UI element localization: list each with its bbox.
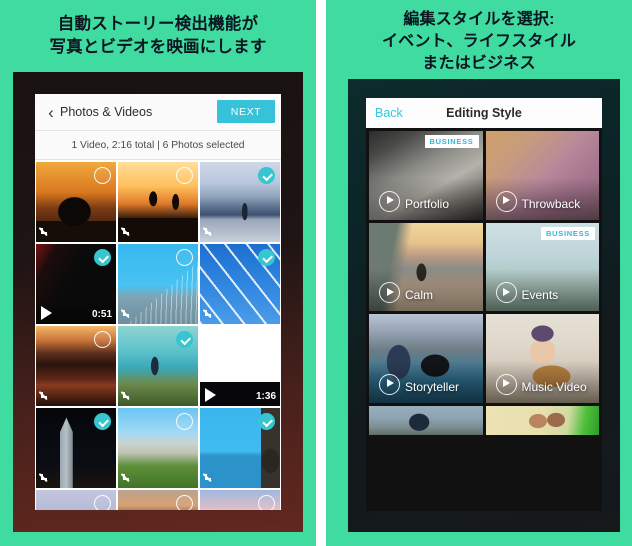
style-label: Portfolio — [405, 196, 450, 211]
right-caption: 編集スタイルを選択: イベント、ライフスタイル またはビジネス — [326, 9, 632, 75]
expand-icon[interactable] — [122, 309, 133, 320]
business-badge: BUSINESS — [541, 226, 595, 240]
style-label: Throwback — [521, 196, 581, 211]
thumbnail-item[interactable] — [36, 490, 116, 510]
style-card[interactable]: BUSINESS Portfolio — [369, 131, 483, 220]
style-image-detail — [485, 405, 599, 436]
thumbnail-item[interactable] — [36, 162, 116, 242]
thumbnail-item[interactable] — [200, 162, 280, 242]
selection-toggle[interactable] — [94, 167, 111, 184]
selection-toggle[interactable] — [176, 331, 193, 348]
thumbnail-item[interactable] — [200, 490, 280, 510]
style-card[interactable]: BUSINESS Events — [485, 222, 599, 312]
selection-toggle[interactable] — [258, 249, 275, 266]
thumbnail-item[interactable] — [118, 244, 198, 324]
expand-icon[interactable] — [122, 473, 133, 484]
panel-divider — [316, 0, 326, 546]
right-caption-line-3: またはビジネス — [422, 55, 536, 72]
right-promo-panel: 編集スタイルを選択: イベント、ライフスタイル またはビジネス Back Edi… — [326, 0, 632, 546]
left-phone-frame: ‹ Photos & Videos NEXT 1 Video, 2:16 tot… — [13, 72, 303, 532]
play-icon[interactable] — [495, 282, 517, 304]
selection-status-text: 1 Video, 2:16 total | 6 Photos selected — [35, 131, 281, 160]
play-icon[interactable] — [41, 306, 52, 320]
style-grid: BUSINESS Portfolio Throwback Calm BUSINE… — [366, 128, 602, 436]
left-caption-line-1: 自動ストーリー検出機能が — [57, 15, 259, 33]
play-icon[interactable] — [205, 388, 216, 402]
right-caption-line-2: イベント、ライフスタイル — [381, 33, 577, 50]
style-image-detail — [369, 405, 483, 436]
style-label: Music Video — [521, 379, 587, 394]
selection-toggle[interactable] — [176, 167, 193, 184]
play-icon[interactable] — [379, 373, 400, 395]
style-card[interactable]: Music Video — [485, 314, 599, 403]
style-card[interactable]: Throwback — [485, 131, 599, 220]
style-label: Events — [521, 288, 559, 303]
left-caption: 自動ストーリー検出機能が 写真とビデオを映画にします — [0, 13, 316, 59]
selection-toggle[interactable] — [258, 331, 275, 348]
selection-toggle[interactable] — [94, 249, 111, 266]
selection-toggle[interactable] — [258, 495, 275, 510]
selection-toggle[interactable] — [258, 167, 275, 184]
thumbnail-item[interactable]: 1:36 — [200, 326, 280, 406]
style-label: Calm — [405, 288, 434, 303]
selection-toggle[interactable] — [94, 413, 111, 430]
selection-toggle[interactable] — [258, 413, 275, 430]
play-icon[interactable] — [495, 373, 517, 395]
expand-icon[interactable] — [40, 473, 51, 484]
play-icon[interactable] — [495, 190, 517, 212]
thumbnail-item[interactable] — [118, 408, 198, 488]
expand-icon[interactable] — [122, 391, 133, 402]
left-promo-panel: 自動ストーリー検出機能が 写真とビデオを映画にします ‹ Photos & Vi… — [0, 0, 316, 546]
thumbnail-item[interactable] — [200, 408, 280, 488]
video-duration: 0:51 — [91, 309, 112, 320]
left-caption-line-2: 写真とビデオを映画にします — [49, 38, 267, 56]
play-icon[interactable] — [379, 282, 400, 304]
thumbnail-item[interactable] — [118, 162, 198, 242]
expand-icon[interactable] — [204, 227, 215, 238]
right-caption-line-1: 編集スタイルを選択: — [403, 11, 555, 28]
nav-title[interactable]: Photos & Videos — [60, 105, 152, 119]
thumbnail-item[interactable] — [200, 244, 280, 324]
page-title: Editing Style — [446, 106, 522, 120]
right-phone-frame: Back Editing Style BUSINESS Portfolio Th… — [348, 79, 620, 532]
expand-icon[interactable] — [204, 473, 215, 484]
screenshot-root: 自動ストーリー検出機能が 写真とビデオを映画にします ‹ Photos & Vi… — [0, 0, 632, 546]
play-icon[interactable] — [379, 190, 400, 212]
next-button[interactable]: NEXT — [217, 100, 275, 123]
editing-style-screen: Back Editing Style BUSINESS Portfolio Th… — [366, 98, 602, 511]
chevron-left-icon[interactable]: ‹ — [43, 104, 59, 121]
style-card[interactable]: Calm — [369, 222, 483, 312]
selection-toggle[interactable] — [176, 413, 193, 430]
photo-grid: 0:51 1:36 — [35, 160, 281, 510]
expand-icon[interactable] — [122, 227, 133, 238]
selection-toggle[interactable] — [176, 249, 193, 266]
business-badge: BUSINESS — [424, 135, 479, 148]
expand-icon[interactable] — [204, 309, 215, 320]
thumbnail-item[interactable] — [36, 408, 116, 488]
editing-style-navbar: Back Editing Style — [366, 98, 602, 128]
thumbnail-item[interactable] — [118, 326, 198, 406]
style-card[interactable] — [485, 405, 599, 436]
style-card[interactable]: Storyteller — [369, 314, 483, 403]
selection-toggle[interactable] — [94, 331, 111, 348]
selection-toggle[interactable] — [176, 495, 193, 510]
expand-icon[interactable] — [40, 227, 51, 238]
thumbnail-item[interactable]: 0:51 — [36, 244, 116, 324]
style-label: Storyteller — [405, 379, 460, 394]
photos-videos-screen: ‹ Photos & Videos NEXT 1 Video, 2:16 tot… — [35, 94, 281, 510]
video-duration: 1:36 — [255, 391, 276, 402]
photos-navbar: ‹ Photos & Videos NEXT — [35, 94, 281, 131]
selection-toggle[interactable] — [94, 495, 111, 510]
expand-icon[interactable] — [40, 391, 51, 402]
style-card[interactable] — [369, 405, 483, 436]
thumbnail-item[interactable] — [36, 326, 116, 406]
thumbnail-item[interactable] — [118, 490, 198, 510]
